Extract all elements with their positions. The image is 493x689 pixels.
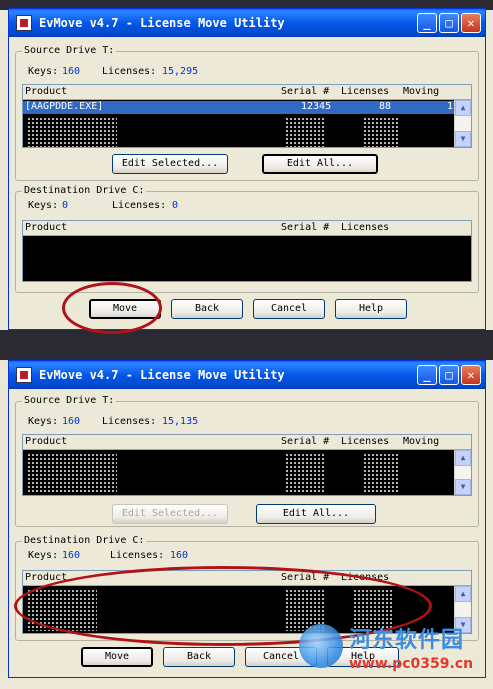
- col-product[interactable]: Product: [25, 222, 67, 233]
- move-button[interactable]: Move: [89, 299, 161, 319]
- licenses-label: Licenses:: [102, 66, 157, 77]
- help-button[interactable]: Help: [335, 299, 407, 319]
- col-licenses[interactable]: Licenses: [341, 436, 389, 447]
- col-product[interactable]: Product: [25, 572, 67, 583]
- col-licenses[interactable]: Licenses: [341, 86, 389, 97]
- source-drive-group: Source Drive T: Keys: 160 Licenses: 15,2…: [15, 45, 479, 181]
- maximize-icon[interactable]: □: [439, 365, 459, 385]
- app-icon: [16, 367, 32, 383]
- keys-label: Keys:: [28, 66, 59, 77]
- title-bar[interactable]: EvMove v4.7 - License Move Utility _ □ ✕: [9, 361, 485, 389]
- destination-scrollbar[interactable]: ▲ ▼: [454, 586, 471, 633]
- minimize-icon[interactable]: _: [417, 13, 437, 33]
- col-moving[interactable]: Moving: [403, 436, 439, 447]
- destination-drive-group: Destination Drive C: Keys: 0 Licenses: 0…: [15, 185, 479, 293]
- source-scrollbar[interactable]: ▲ ▼: [454, 100, 471, 147]
- source-product-list[interactable]: Product Serial # Licenses Moving ▲ ▼: [22, 434, 472, 496]
- obscured-rows: [27, 589, 97, 631]
- row-product: [AAGPDDE.EXE]: [25, 101, 104, 112]
- edit-selected-button[interactable]: Edit Selected...: [112, 154, 228, 174]
- keys-label: Keys:: [28, 416, 59, 427]
- minimize-icon[interactable]: _: [417, 365, 437, 385]
- obscured-rows: [353, 589, 393, 631]
- back-button[interactable]: Back: [163, 647, 235, 667]
- row-licenses: 88: [379, 101, 392, 112]
- scroll-down-icon[interactable]: ▼: [455, 131, 471, 147]
- keys-label: Keys:: [28, 200, 59, 211]
- col-licenses[interactable]: Licenses: [341, 572, 389, 583]
- close-icon[interactable]: ✕: [461, 365, 481, 385]
- licenses-label: Licenses:: [112, 200, 167, 211]
- obscured-rows: [285, 453, 325, 493]
- source-product-list[interactable]: Product Serial # Licenses Moving [AAGPDD…: [22, 84, 472, 148]
- window-title: EvMove v4.7 - License Move Utility: [39, 16, 285, 30]
- close-icon[interactable]: ✕: [461, 13, 481, 33]
- col-licenses[interactable]: Licenses: [341, 222, 389, 233]
- list-header: Product Serial # Licenses Moving: [23, 85, 471, 100]
- licenses-value: 15,135: [162, 416, 199, 427]
- licenses-label: Licenses:: [110, 550, 165, 561]
- keys-value: 0: [62, 200, 69, 211]
- evmove-window-after: EvMove v4.7 - License Move Utility _ □ ✕…: [8, 360, 486, 678]
- obscured-rows: [285, 589, 325, 631]
- obscured-rows: [27, 453, 117, 493]
- window-title: EvMove v4.7 - License Move Utility: [39, 368, 285, 382]
- licenses-value: 15,295: [162, 66, 199, 77]
- cancel-button[interactable]: Cancel: [253, 299, 325, 319]
- licenses-label: Licenses:: [102, 416, 157, 427]
- app-icon: [16, 15, 32, 31]
- back-button[interactable]: Back: [171, 299, 243, 319]
- source-legend: Source Drive T:: [22, 395, 117, 406]
- evmove-window-before: EvMove v4.7 - License Move Utility _ □ ✕…: [8, 8, 486, 330]
- scroll-up-icon[interactable]: ▲: [455, 100, 471, 116]
- destination-drive-group: Destination Drive C: Keys: 160 Licenses:…: [15, 535, 479, 641]
- destination-product-list[interactable]: Product Serial # Licenses ▲ ▼: [22, 570, 472, 634]
- destination-product-list[interactable]: Product Serial # Licenses: [22, 220, 472, 282]
- scroll-up-icon[interactable]: ▲: [455, 450, 471, 466]
- source-legend: Source Drive T:: [22, 45, 117, 56]
- col-serial[interactable]: Serial #: [281, 222, 329, 233]
- col-product[interactable]: Product: [25, 436, 67, 447]
- obscured-rows: [363, 453, 399, 493]
- col-moving[interactable]: Moving: [403, 86, 439, 97]
- list-header: Product Serial # Licenses Moving: [23, 435, 471, 450]
- cancel-button[interactable]: Cancel: [245, 647, 317, 667]
- col-serial[interactable]: Serial #: [281, 572, 329, 583]
- title-bar[interactable]: EvMove v4.7 - License Move Utility _ □ ✕: [9, 9, 485, 37]
- destination-legend: Destination Drive C:: [22, 535, 147, 546]
- source-drive-group: Source Drive T: Keys: 160 Licenses: 15,1…: [15, 395, 479, 527]
- row-serial: 12345: [301, 101, 332, 112]
- licenses-value: 160: [170, 550, 189, 561]
- move-button[interactable]: Move: [81, 647, 153, 667]
- col-product[interactable]: Product: [25, 86, 67, 97]
- scroll-down-icon[interactable]: ▼: [455, 479, 471, 495]
- keys-value: 160: [62, 66, 81, 77]
- keys-value: 160: [62, 416, 81, 427]
- table-row[interactable]: [AAGPDDE.EXE] 12345 88 1: [23, 101, 454, 114]
- list-header: Product Serial # Licenses: [23, 571, 471, 586]
- row-moving: 1: [447, 101, 454, 112]
- list-header: Product Serial # Licenses: [23, 221, 471, 236]
- destination-legend: Destination Drive C:: [22, 185, 147, 196]
- source-scrollbar[interactable]: ▲ ▼: [454, 450, 471, 495]
- obscured-rows: [285, 117, 325, 147]
- keys-value: 160: [62, 550, 81, 561]
- help-button[interactable]: Help: [327, 647, 399, 667]
- keys-label: Keys:: [28, 550, 59, 561]
- obscured-rows: [363, 117, 399, 147]
- obscured-rows: [27, 117, 117, 147]
- licenses-value: 0: [172, 200, 179, 211]
- edit-all-button[interactable]: Edit All...: [256, 504, 376, 524]
- middle-background: [0, 330, 493, 360]
- scroll-down-icon[interactable]: ▼: [455, 617, 471, 633]
- col-serial[interactable]: Serial #: [281, 436, 329, 447]
- scroll-up-icon[interactable]: ▲: [455, 586, 471, 602]
- col-serial[interactable]: Serial #: [281, 86, 329, 97]
- edit-selected-button[interactable]: Edit Selected...: [112, 504, 228, 524]
- maximize-icon[interactable]: □: [439, 13, 459, 33]
- edit-all-button[interactable]: Edit All...: [262, 154, 378, 174]
